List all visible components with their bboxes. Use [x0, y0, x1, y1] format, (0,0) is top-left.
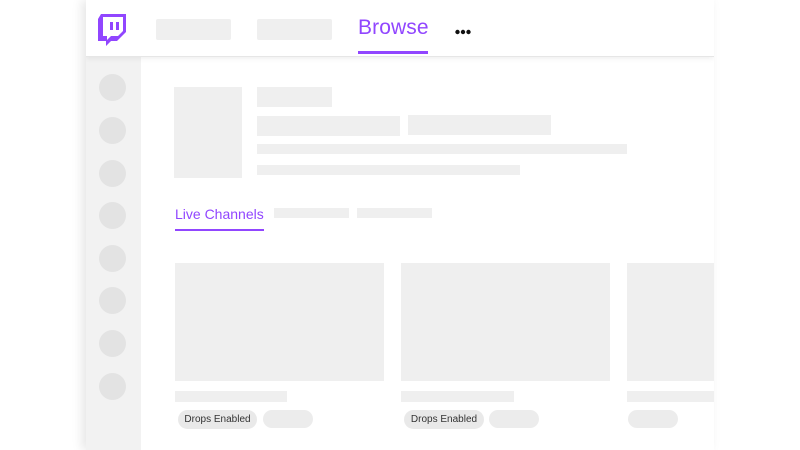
nav-item-placeholder-1[interactable] — [156, 19, 231, 40]
sidebar-channel-avatar[interactable] — [99, 117, 126, 144]
sidebar-channel-avatar[interactable] — [99, 202, 126, 229]
sidebar-channel-avatar[interactable] — [99, 287, 126, 314]
drops-enabled-badge[interactable]: Drops Enabled — [404, 410, 484, 429]
active-tab-indicator — [175, 229, 264, 231]
browse-label: Browse — [358, 16, 429, 39]
tag-placeholder[interactable] — [263, 410, 313, 428]
tab-live-channels[interactable]: Live Channels — [175, 206, 267, 232]
sidebar — [86, 57, 141, 450]
stream-thumbnail-placeholder[interactable] — [627, 263, 714, 381]
active-tab-indicator — [358, 51, 428, 54]
sidebar-channel-avatar[interactable] — [99, 74, 126, 101]
stream-title-placeholder — [175, 391, 287, 402]
stream-thumbnail-placeholder[interactable] — [401, 263, 610, 381]
category-title-placeholder — [257, 87, 332, 107]
tab-browse[interactable]: Browse — [356, 0, 429, 56]
sidebar-channel-avatar[interactable] — [99, 160, 126, 187]
more-horizontal-icon[interactable] — [455, 23, 471, 35]
category-description-line-2 — [257, 165, 520, 175]
category-box-art-placeholder — [174, 87, 242, 178]
tab-placeholder-1[interactable] — [274, 208, 349, 218]
top-nav-bar: Browse — [86, 0, 714, 57]
tag-placeholder[interactable] — [489, 410, 539, 428]
tab-placeholder-2[interactable] — [357, 208, 432, 218]
tag-placeholder[interactable] — [628, 410, 678, 428]
app-window: Browse Live Channels Drops Enabled Drops… — [86, 0, 714, 450]
page-canvas: Browse Live Channels Drops Enabled Drops… — [0, 0, 800, 450]
category-stat-placeholder-2 — [408, 115, 551, 135]
sidebar-channel-avatar[interactable] — [99, 245, 126, 272]
live-channels-label: Live Channels — [175, 206, 264, 222]
category-stat-placeholder-1 — [257, 116, 400, 136]
sidebar-channel-avatar[interactable] — [99, 373, 126, 400]
stream-title-placeholder — [401, 391, 514, 402]
drops-enabled-badge[interactable]: Drops Enabled — [178, 410, 257, 429]
category-description-line-1 — [257, 144, 627, 154]
twitch-logo-icon[interactable] — [97, 14, 127, 46]
stream-thumbnail-placeholder[interactable] — [175, 263, 384, 381]
nav-item-placeholder-2[interactable] — [257, 19, 332, 40]
sidebar-channel-avatar[interactable] — [99, 330, 126, 357]
stream-title-placeholder — [627, 391, 714, 402]
